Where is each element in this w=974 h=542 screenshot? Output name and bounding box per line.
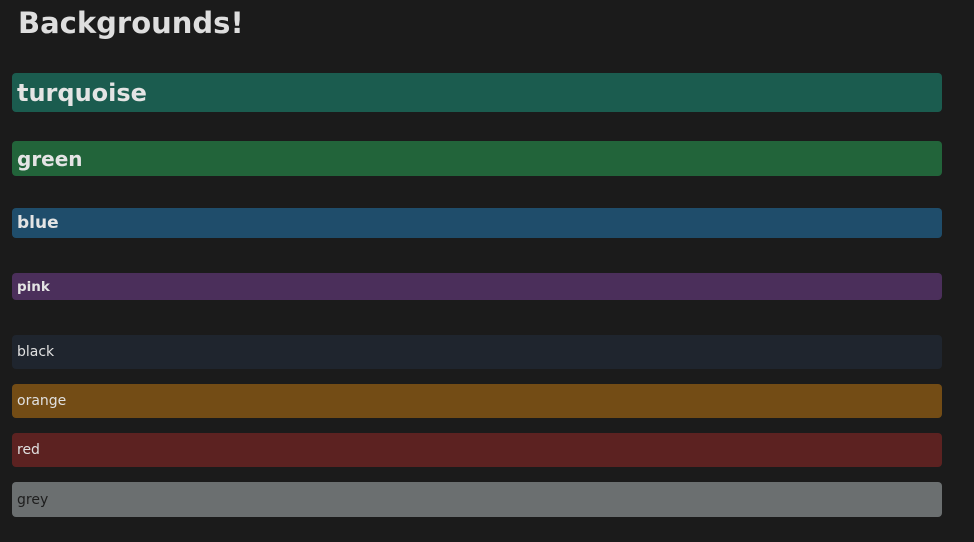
swatch-label-pink: pink — [17, 278, 50, 295]
swatch-label-orange: orange — [17, 393, 67, 409]
background-swatch-grey: grey — [12, 482, 942, 517]
swatch-label-blue: blue — [17, 213, 59, 233]
background-swatch-blue: blue — [12, 208, 942, 238]
swatch-label-green: green — [17, 146, 83, 171]
background-swatch-orange: orange — [12, 384, 942, 418]
swatch-label-red: red — [17, 442, 40, 458]
swatch-label-turquoise: turquoise — [17, 78, 147, 107]
swatch-label-black: black — [17, 344, 55, 360]
page-title: Backgrounds! — [18, 6, 244, 40]
swatch-label-grey: grey — [17, 491, 49, 508]
background-swatch-red: red — [12, 433, 942, 467]
background-swatch-turquoise: turquoise — [12, 73, 942, 112]
background-swatch-black: black — [12, 335, 942, 369]
background-swatch-green: green — [12, 141, 942, 176]
background-swatch-pink: pink — [12, 273, 942, 300]
